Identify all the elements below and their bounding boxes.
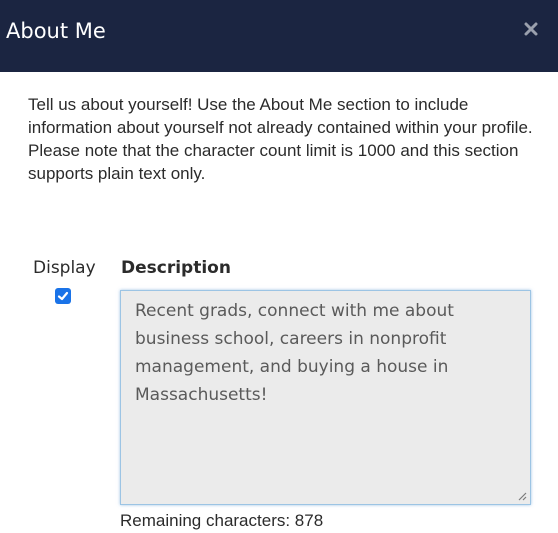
checkmark-icon [57,291,69,301]
dialog-titlebar: About Me [0,0,558,72]
close-icon[interactable] [520,18,542,40]
remaining-characters: Remaining characters: 878 [120,511,324,530]
display-checkbox[interactable] [55,288,71,304]
description-text: Recent grads, connect with me about busi… [135,301,454,405]
intro-text: Tell us about yourself! Use the About Me… [28,95,533,183]
resize-handle-icon[interactable] [517,491,527,501]
description-textarea[interactable]: Recent grads, connect with me about busi… [120,290,531,505]
display-label: Display [33,258,96,278]
about-me-dialog: About Me Tell us about yourself! Use the… [0,0,558,533]
dialog-title: About Me [6,19,106,43]
description-label: Description [121,258,231,278]
